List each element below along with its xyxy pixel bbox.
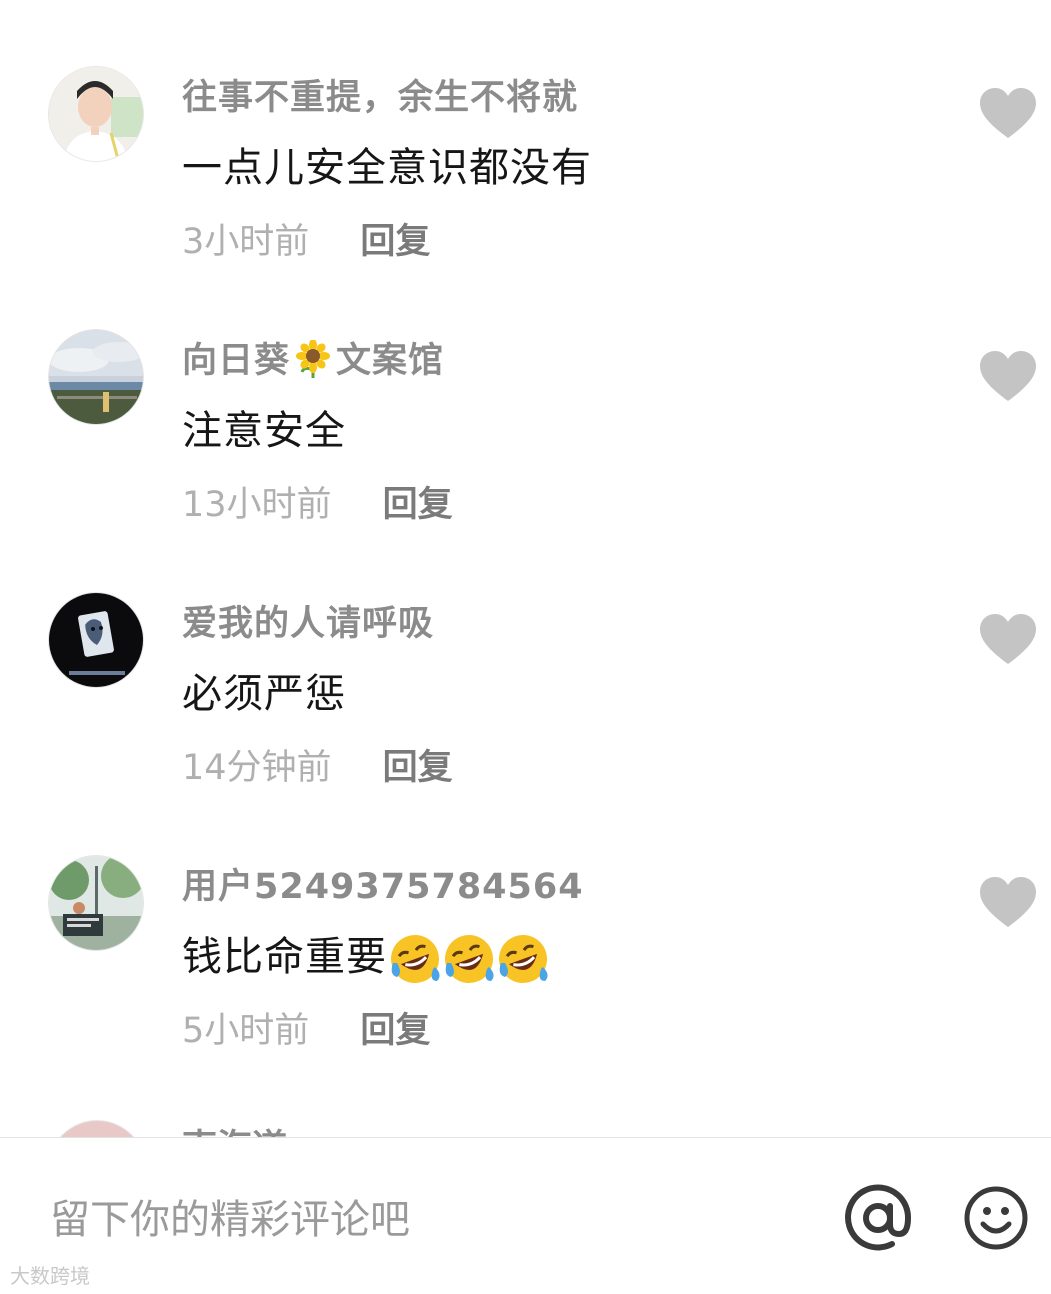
comment-text: 注意安全 bbox=[182, 408, 346, 454]
comment-list[interactable]: 往事不重提，余生不将就 一点儿安全意识都没有 3小时前 回复 向日葵 文案馆 注… bbox=[0, 0, 1051, 1138]
comment-text: 一点儿安全意识都没有 bbox=[182, 145, 592, 191]
avatar-photo-park bbox=[49, 856, 143, 950]
comment-time: 14分钟前 bbox=[182, 748, 332, 788]
rolling-laughing-emoji bbox=[391, 935, 440, 983]
avatar[interactable] bbox=[48, 1120, 146, 1138]
rolling-laughing-emoji bbox=[445, 935, 494, 983]
username-part: 文案馆 bbox=[336, 341, 445, 381]
comment-item: 往事不重提，余生不将就 一点儿安全意识都没有 3小时前 回复 bbox=[0, 66, 1051, 330]
comment-meta: 13小时前 回复 bbox=[182, 483, 453, 533]
reply-button[interactable]: 回复 bbox=[383, 748, 453, 788]
comment-meta: 5小时前 回复 bbox=[182, 1009, 430, 1059]
username[interactable]: 向日葵 文案馆 bbox=[182, 339, 444, 383]
comment-item: 向日葵 文案馆 注意安全 13小时前 回复 bbox=[0, 329, 1051, 593]
avatar-photo-joker bbox=[49, 593, 143, 687]
username-partial[interactable]: 南海道 bbox=[182, 1122, 322, 1138]
avatar[interactable] bbox=[48, 592, 144, 688]
avatar[interactable] bbox=[48, 855, 144, 951]
smiley-icon[interactable] bbox=[962, 1184, 1030, 1252]
comment-time: 13小时前 bbox=[182, 485, 332, 525]
comment-meta: 3小时前 回复 bbox=[182, 220, 430, 270]
comment-meta: 14分钟前 回复 bbox=[182, 746, 453, 796]
avatar[interactable] bbox=[48, 329, 144, 425]
comment-screen: 往事不重提，余生不将就 一点儿安全意识都没有 3小时前 回复 向日葵 文案馆 注… bbox=[0, 0, 1051, 1294]
avatar-photo-woman bbox=[49, 67, 143, 161]
reply-button[interactable]: 回复 bbox=[383, 485, 453, 525]
heart-icon[interactable] bbox=[980, 614, 1036, 666]
comment-text: 钱比命重要 bbox=[182, 931, 549, 985]
rolling-laughing-emoji bbox=[499, 935, 548, 983]
reply-button[interactable]: 回复 bbox=[360, 222, 430, 262]
heart-icon[interactable] bbox=[980, 351, 1036, 403]
comment-time: 5小时前 bbox=[182, 1011, 310, 1051]
reply-button[interactable]: 回复 bbox=[360, 1011, 430, 1051]
heart-icon[interactable] bbox=[980, 877, 1036, 929]
comment-text-value: 钱比命重要 bbox=[182, 934, 387, 980]
heart-icon[interactable] bbox=[980, 88, 1036, 140]
comment-item: 爱我的人请呼吸 必须严惩 14分钟前 回复 bbox=[0, 592, 1051, 856]
avatar-photo-landscape bbox=[49, 330, 143, 424]
username[interactable]: 爱我的人请呼吸 bbox=[182, 602, 434, 646]
comment-item: 用户5249375784564 钱比命重要 5小时前 回复 bbox=[0, 855, 1051, 1119]
comment-text: 必须严惩 bbox=[182, 671, 346, 717]
comment-time: 3小时前 bbox=[182, 222, 310, 262]
comment-input-bar: 大数跨境 bbox=[0, 1137, 1051, 1294]
avatar[interactable] bbox=[48, 66, 144, 162]
username-part: 向日葵 bbox=[182, 341, 291, 381]
at-icon[interactable] bbox=[842, 1182, 914, 1254]
username[interactable]: 用户5249375784564 bbox=[182, 865, 584, 909]
username[interactable]: 往事不重提，余生不将就 bbox=[182, 76, 578, 120]
sunflower-emoji bbox=[296, 339, 331, 378]
watermark: 大数跨境 bbox=[10, 1264, 90, 1288]
comment-input[interactable] bbox=[50, 1190, 810, 1250]
